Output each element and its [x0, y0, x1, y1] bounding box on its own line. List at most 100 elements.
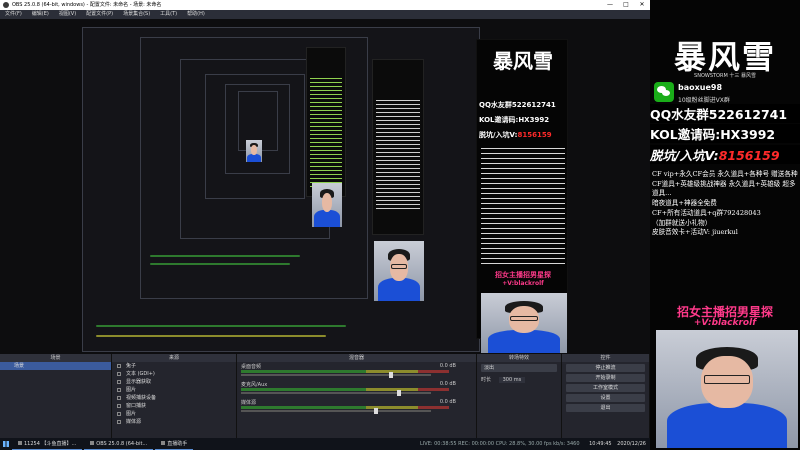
- app-icon: [161, 441, 166, 445]
- taskbar-item[interactable]: OBS 25.0.8 (64-bit...: [84, 438, 154, 450]
- windows-start-icon[interactable]: [0, 438, 12, 450]
- status-text: LIVE: 00:38:55 REC: 00:00:00 CPU: 28.8%,…: [420, 441, 580, 447]
- nested-meter-2: [150, 263, 290, 265]
- source-item[interactable]: 窗口捕获: [112, 402, 236, 410]
- source-item[interactable]: 显示器获取: [112, 378, 236, 386]
- mixer-dock: 混音器 桌面音频 0.0 dB 麦克风/Aux 0.0 dB 媒体源 0.0 d…: [237, 354, 477, 438]
- mixer-db: 0.0 dB: [439, 381, 456, 387]
- taskbar-item[interactable]: 11254 【斗鱼直播】...: [12, 438, 83, 450]
- obs-app-icon: [3, 2, 9, 8]
- nested-meter-3: [96, 325, 346, 327]
- duration-input[interactable]: 300 ms: [498, 377, 526, 383]
- clock-date[interactable]: 2020/12/26: [617, 441, 646, 447]
- nested-pit-line: 脱坑/入坑V:8156159: [479, 131, 552, 139]
- nested-webcam-medium: [374, 241, 424, 301]
- menu-tools[interactable]: 工具(T): [155, 10, 182, 19]
- screen: OBS 25.0.8 (64-bit, windows) - 配置文件: 未命名…: [0, 0, 800, 450]
- nested-meter-1: [150, 255, 300, 257]
- taskbar-item[interactable]: 直播助手: [155, 438, 194, 450]
- nested-kol-line: KOL邀请码:HX3992: [479, 116, 550, 124]
- source-item[interactable]: 媒体源: [112, 418, 236, 426]
- stop-streaming-button[interactable]: 停止推流: [566, 364, 645, 372]
- mixer-title: 混音器: [237, 354, 476, 362]
- duration-label: 时长: [481, 377, 492, 383]
- nested-webcam-large: [481, 293, 567, 353]
- mixer-row: 麦克风/Aux 0.0 dB: [237, 380, 476, 398]
- mixer-row: 桌面音频 0.0 dB: [237, 362, 476, 380]
- sources-title: 来源: [112, 354, 236, 362]
- mixer-db: 0.0 dB: [439, 399, 456, 405]
- bottom-docks: 场景 场景 来源 兔子 文本 (GDI+) 显示器获取 图片 视频捕获设备 窗口…: [0, 354, 650, 438]
- menu-help[interactable]: 帮助(H): [182, 10, 210, 19]
- volume-fader[interactable]: [241, 372, 431, 378]
- menu-scene-collection[interactable]: 场景集合(S): [118, 10, 155, 19]
- source-item[interactable]: 图片: [112, 410, 236, 418]
- clock-time[interactable]: 10:49:45: [589, 441, 611, 447]
- window-controls: — □ ✕: [602, 0, 650, 10]
- menu-file[interactable]: 文件(F): [0, 10, 27, 19]
- nested-notice-2: [372, 59, 424, 235]
- brand-subtitle: SNOWSTORM 十三 暴风雪: [694, 73, 756, 79]
- scenes-dock: 场景 场景: [0, 354, 112, 438]
- exit-button[interactable]: 退出: [566, 404, 645, 412]
- volume-fader[interactable]: [241, 408, 431, 414]
- volume-meter: [241, 370, 449, 373]
- settings-button[interactable]: 设置: [566, 394, 645, 402]
- mixer-name: 媒体源: [241, 400, 257, 406]
- nested-webcam-small: [312, 183, 342, 227]
- menu-profile[interactable]: 配置文件(P): [81, 10, 118, 19]
- windows-taskbar: 11254 【斗鱼直播】... OBS 25.0.8 (64-bit... 直播…: [0, 438, 650, 450]
- transitions-title: 转场特效: [477, 354, 561, 362]
- nested-pink-main: 招女主播招男星探: [495, 271, 551, 279]
- volume-meter: [241, 406, 449, 409]
- duration-row: 时长 300 ms: [477, 374, 561, 385]
- source-item[interactable]: 文本 (GDI+): [112, 370, 236, 378]
- mixer-name: 麦克风/Aux: [241, 382, 268, 388]
- mixer-name: 桌面音频: [241, 364, 262, 370]
- source-item[interactable]: 兔子: [112, 362, 236, 370]
- minimize-button[interactable]: —: [602, 0, 618, 10]
- mixer-row: 媒体源 0.0 dB: [237, 398, 476, 416]
- nested-meter-4: [96, 335, 326, 337]
- wechat-icon: [654, 82, 674, 102]
- system-tray: LIVE: 00:38:55 REC: 00:00:00 CPU: 28.8%,…: [420, 438, 646, 450]
- volume-fader[interactable]: [241, 390, 431, 396]
- kol-code-line: KOL邀请码:HX3992: [650, 124, 800, 143]
- sources-dock: 来源 兔子 文本 (GDI+) 显示器获取 图片 视频捕获设备 窗口捕获 图片 …: [112, 354, 237, 438]
- nested-notice-1: [306, 47, 346, 197]
- scene-item[interactable]: 场景: [0, 362, 111, 370]
- nested-notice-text: [481, 148, 565, 268]
- wechat-id: baoxue98: [678, 83, 723, 92]
- preview-canvas[interactable]: 暴风雪 QQ水友群522612741 KOL邀请码:HX3992 脱坑/入坑V:…: [0, 19, 650, 354]
- scenes-title: 场景: [0, 354, 111, 362]
- source-item[interactable]: 图片: [112, 386, 236, 394]
- source-item[interactable]: 视频捕获设备: [112, 394, 236, 402]
- nested-logo: 暴风雪: [493, 49, 553, 73]
- wechat-note: 10级粉丝脚进VX群: [678, 97, 730, 104]
- app-icon: [18, 441, 22, 445]
- webcam-feed: [656, 330, 798, 448]
- controls-dock: 控件 停止推流 开始录制 工作室模式 设置 退出: [562, 354, 650, 438]
- nested-qq-line: QQ水友群522612741: [479, 101, 556, 109]
- nested-pink-sub: +V:blackrolf: [502, 280, 544, 287]
- pit-line: 脱坑/入坑V:8156159: [650, 145, 800, 164]
- menu-bar: 文件(F) 编辑(E) 视图(V) 配置文件(P) 场景集合(S) 工具(T) …: [0, 10, 650, 19]
- obs-titlebar: OBS 25.0.8 (64-bit, windows) - 配置文件: 未命名…: [0, 0, 650, 10]
- controls-title: 控件: [562, 354, 649, 362]
- window-title: OBS 25.0.8 (64-bit, windows) - 配置文件: 未命名…: [12, 2, 162, 8]
- studio-mode-button[interactable]: 工作室模式: [566, 384, 645, 392]
- menu-view[interactable]: 视图(V): [54, 10, 81, 19]
- maximize-button[interactable]: □: [618, 0, 634, 10]
- notice-text: CF vip+永久CF会员 永久道具+各种号 赠送各种CF道具+英雄级挑战神器 …: [652, 170, 798, 237]
- transitions-dock: 转场特效 淡出 时长 300 ms: [477, 354, 562, 438]
- nested-webcam-tiny: [246, 140, 262, 162]
- stream-overlay-panel: 暴风雪 SNOWSTORM 十三 暴风雪 baoxue98 10级粉丝脚进VX群…: [650, 0, 800, 450]
- close-button[interactable]: ✕: [634, 0, 650, 10]
- transition-select[interactable]: 淡出: [481, 364, 557, 372]
- app-icon: [90, 441, 95, 445]
- mixer-db: 0.0 dB: [439, 363, 456, 369]
- volume-meter: [241, 388, 449, 391]
- menu-edit[interactable]: 编辑(E): [27, 10, 54, 19]
- recruit-contact: +V:blackrolf: [693, 318, 757, 328]
- start-recording-button[interactable]: 开始录制: [566, 374, 645, 382]
